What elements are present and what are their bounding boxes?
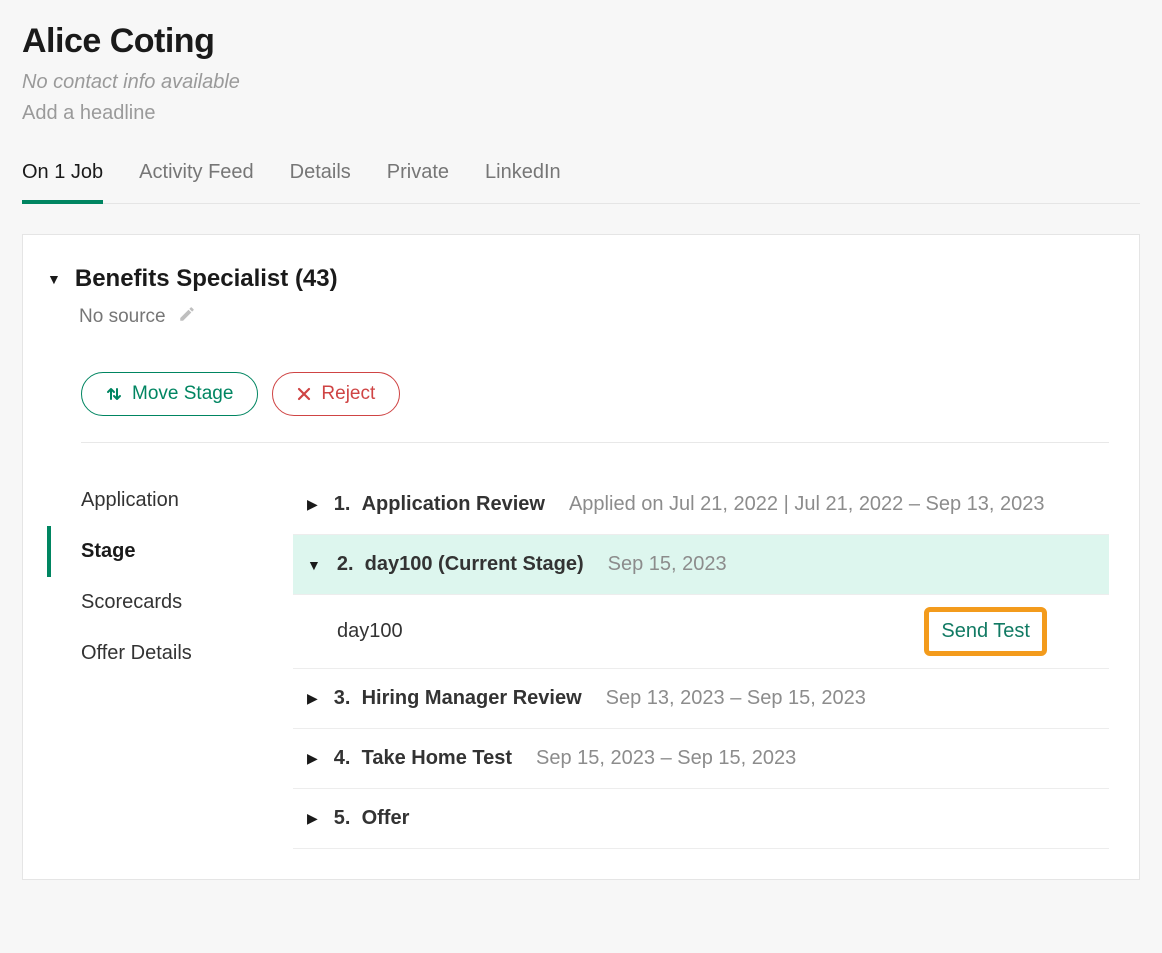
contact-info: No contact info available — [22, 71, 1140, 94]
action-buttons: Move Stage Reject — [81, 372, 1109, 416]
stage-label: 2. day100 (Current Stage) — [337, 553, 584, 576]
job-card: ▼ Benefits Specialist (43) No source Mov… — [22, 234, 1140, 880]
reject-label: Reject — [321, 383, 375, 405]
stage-row-offer[interactable]: ▶ 5. Offer — [293, 789, 1109, 849]
sidebar-item-stage[interactable]: Stage — [47, 526, 293, 577]
x-icon — [297, 387, 311, 401]
stage-row-hiring-manager-review[interactable]: ▶ 3. Hiring Manager Review Sep 13, 2023 … — [293, 669, 1109, 729]
move-stage-button[interactable]: Move Stage — [81, 372, 258, 416]
stage-label: 4. Take Home Test — [334, 747, 512, 770]
stage-meta: Sep 15, 2023 – Sep 15, 2023 — [536, 747, 796, 770]
chevron-right-icon: ▶ — [307, 810, 318, 827]
tab-details[interactable]: Details — [290, 161, 351, 203]
pencil-icon[interactable] — [178, 305, 196, 328]
candidate-name: Alice Coting — [22, 22, 1140, 61]
sidebar-item-application[interactable]: Application — [47, 475, 293, 526]
tab-linkedin[interactable]: LinkedIn — [485, 161, 561, 203]
chevron-right-icon: ▶ — [307, 750, 318, 767]
stage-meta: Sep 13, 2023 – Sep 15, 2023 — [606, 687, 866, 710]
sidebar-item-scorecards[interactable]: Scorecards — [47, 577, 293, 628]
tab-private[interactable]: Private — [387, 161, 449, 203]
stage-row-take-home-test[interactable]: ▶ 4. Take Home Test Sep 15, 2023 – Sep 1… — [293, 729, 1109, 789]
tab-activity-feed[interactable]: Activity Feed — [139, 161, 253, 203]
chevron-right-icon: ▶ — [307, 690, 318, 707]
send-test-highlight: Send Test — [924, 607, 1047, 656]
sub-label: day100 — [337, 620, 403, 643]
tab-on-job[interactable]: On 1 Job — [22, 161, 103, 204]
content-area: Application Stage Scorecards Offer Detai… — [47, 475, 1109, 849]
divider — [81, 442, 1109, 443]
sidebar: Application Stage Scorecards Offer Detai… — [47, 475, 293, 849]
move-arrows-icon — [106, 384, 122, 404]
job-header[interactable]: ▼ Benefits Specialist (43) — [47, 265, 1109, 293]
send-test-link[interactable]: Send Test — [941, 620, 1030, 642]
stage-meta: Applied on Jul 21, 2022 | Jul 21, 2022 –… — [569, 493, 1045, 516]
chevron-down-icon: ▼ — [307, 557, 321, 573]
chevron-down-icon: ▼ — [47, 271, 61, 287]
source-row: No source — [79, 305, 1109, 328]
stage-label: 1. Application Review — [334, 493, 545, 516]
stage-meta: Sep 15, 2023 — [608, 553, 727, 576]
move-stage-label: Move Stage — [132, 383, 233, 405]
tabs: On 1 Job Activity Feed Details Private L… — [22, 161, 1140, 204]
stage-sub-row-day100: day100 Send Test — [293, 595, 1109, 669]
stage-row-day100-current[interactable]: ▼ 2. day100 (Current Stage) Sep 15, 2023 — [293, 535, 1109, 595]
stage-label: 5. Offer — [334, 807, 410, 830]
stage-label: 3. Hiring Manager Review — [334, 687, 582, 710]
add-headline-link[interactable]: Add a headline — [22, 102, 155, 125]
source-text: No source — [79, 306, 166, 328]
stages-list: ▶ 1. Application Review Applied on Jul 2… — [293, 475, 1109, 849]
sidebar-item-offer-details[interactable]: Offer Details — [47, 628, 293, 679]
stage-row-application-review[interactable]: ▶ 1. Application Review Applied on Jul 2… — [293, 475, 1109, 535]
chevron-right-icon: ▶ — [307, 496, 318, 513]
reject-button[interactable]: Reject — [272, 372, 400, 416]
job-title: Benefits Specialist (43) — [75, 265, 338, 293]
